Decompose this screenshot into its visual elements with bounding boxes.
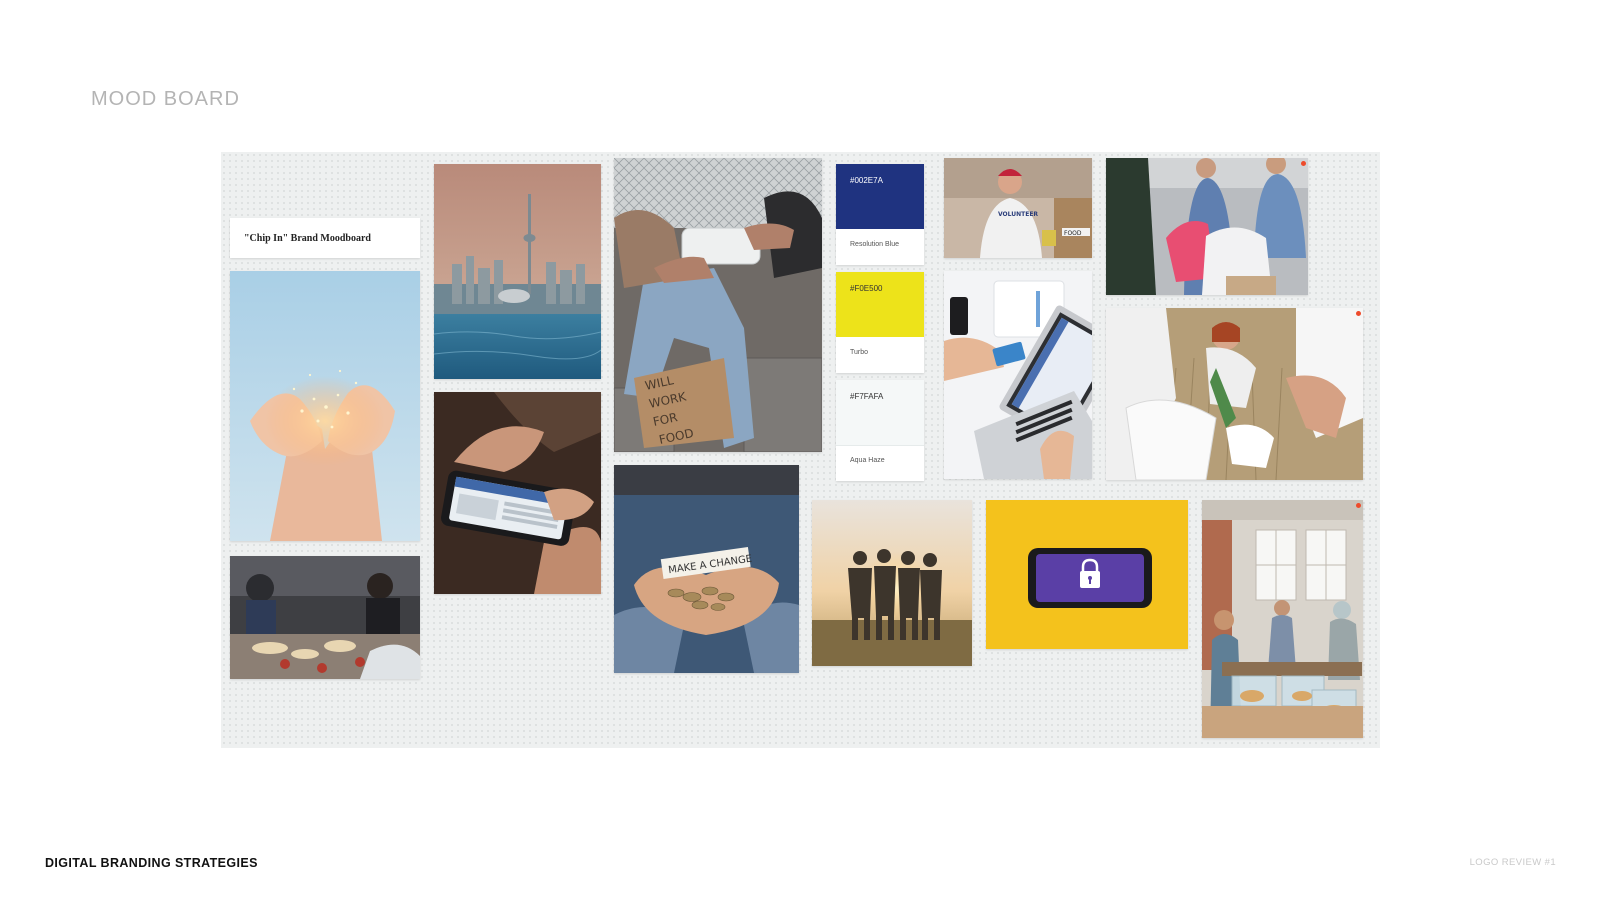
swatch-hex: #002E7A [850,176,883,185]
photo-phone-lock [986,500,1188,649]
pin-marker [1356,311,1361,316]
swatch-chip [836,164,924,229]
pin-marker [1301,161,1306,166]
svg-text:FOOD: FOOD [1064,230,1082,237]
swatch-chip [836,272,924,337]
swatch-turbo: #F0E500 Turbo [836,272,924,373]
swatch-aqua-haze: #F7FAFA Aqua Haze [836,380,924,481]
photo-friends-sunset [812,500,972,666]
swatch-name: Resolution Blue [850,241,900,248]
swatch-name: Aqua Haze [850,457,885,464]
photo-typing-phone [434,392,601,594]
photo-cleanup [1106,308,1363,480]
slide-title: MOOD BOARD [91,88,240,110]
pin-marker [1356,503,1361,508]
board-label-card: "Chip In" Brand Moodboard [230,218,420,258]
footer-slide-label: LOGO REVIEW #1 [1469,857,1556,868]
photo-city-skyline [434,164,601,379]
photo-food-handout: WILL WORK FOR FOOD [614,158,822,452]
photo-glowing-hands [230,271,420,541]
swatch-hex: #F0E500 [850,284,883,293]
photo-make-a-change-coins: MAKE A CHANGE [614,465,799,673]
swatch-resolution-blue: #002E7A Resolution Blue [836,164,924,265]
footer-title: DIGITAL BRANDING STRATEGIES [45,856,258,870]
swatch-hex: #F7FAFA [850,392,884,401]
swatch-name: Turbo [850,349,869,356]
photo-volunteers-packing [1106,158,1308,295]
photo-volunteer: FOOD VOLUNTEER [944,158,1092,258]
photo-food-stall [230,556,420,679]
svg-text:VOLUNTEER: VOLUNTEER [998,211,1038,218]
board-label: "Chip In" Brand Moodboard [244,232,371,244]
photo-food-bank [1202,500,1363,738]
swatch-chip [836,380,924,446]
photo-card-payment [944,271,1092,479]
